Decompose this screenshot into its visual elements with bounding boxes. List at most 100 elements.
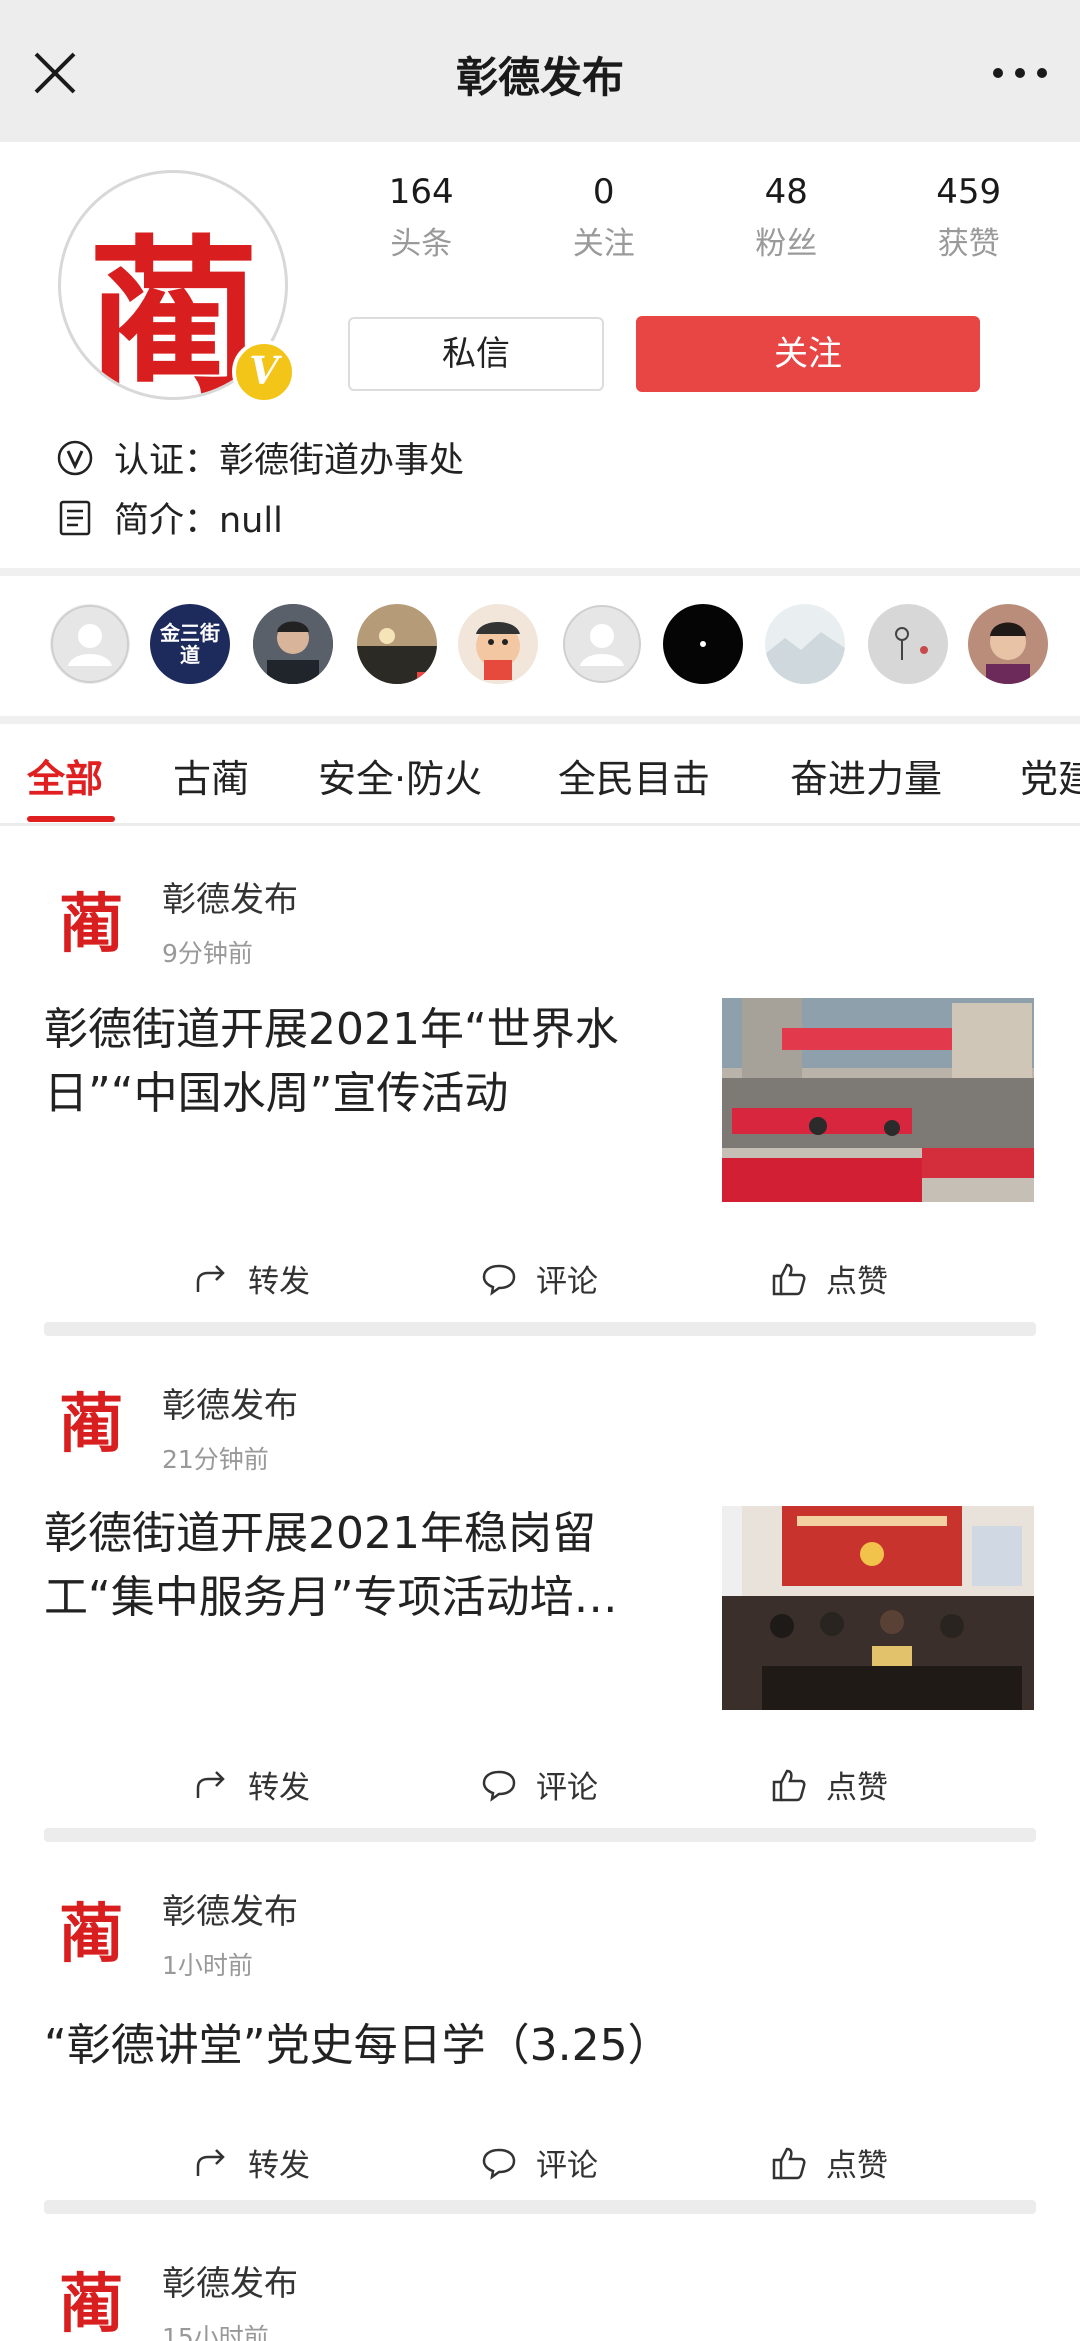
stat-number: 48	[764, 172, 808, 212]
profile-stats: 164 头条 0 关注 48 粉丝 459 获赞	[330, 172, 1060, 262]
post-thumbnail[interactable]	[722, 1506, 1034, 1710]
share-icon	[196, 1770, 225, 1798]
tab-all[interactable]: 全部	[27, 748, 103, 803]
post-title-line: 彰德街道开展2021年“世界水	[44, 1004, 619, 1055]
stat-label: 关注	[572, 226, 635, 262]
stat-label: 粉丝	[755, 226, 818, 262]
feed-separator	[44, 1322, 1036, 1336]
share-button[interactable]: 转发	[192, 1256, 310, 1301]
tab-safety-fire[interactable]: 安全·防火	[318, 748, 482, 803]
feed-card[interactable]: 蔺 彰德发布 9分钟前 彰德街道开展2021年“世界水 日”“中国水周”宣传活动…	[0, 830, 1080, 1350]
profile-avatar[interactable]: 蔺 V	[58, 170, 296, 404]
like-button[interactable]: 点赞	[770, 1762, 888, 1807]
tab-witness[interactable]: 全民目击	[558, 748, 710, 803]
author-name[interactable]: 彰德发布	[162, 1378, 298, 1427]
author-logo[interactable]: 蔺	[56, 1890, 126, 1980]
post-thumbnail[interactable]	[722, 998, 1034, 1202]
post-title[interactable]: 彰德街道开展2021年“世界水 日”“中国水周”宣传活动	[44, 998, 619, 1126]
post-time: 21分钟前	[162, 1445, 269, 1474]
stat-following[interactable]: 0 关注	[513, 172, 696, 262]
post-time: 9分钟前	[162, 939, 253, 968]
avatar-snow[interactable]	[765, 604, 845, 684]
stat-number: 459	[936, 172, 1002, 212]
like-label: 点赞	[826, 2148, 888, 2184]
stat-number: 164	[388, 172, 454, 212]
intro-text: 简介：null	[114, 501, 283, 541]
comment-button[interactable]: 评论	[480, 1256, 598, 1301]
share-label: 转发	[248, 2148, 310, 2184]
avatar-jinsan-text: 金三街道	[160, 621, 220, 667]
feed-card[interactable]: 蔺 彰德发布 15小时前	[0, 2214, 1080, 2341]
avatar-person[interactable]	[253, 604, 333, 684]
message-button[interactable]: 私信	[348, 317, 604, 391]
comment-icon	[482, 1770, 516, 1802]
follow-button[interactable]: 关注	[636, 316, 980, 392]
comment-label: 评论	[536, 2148, 598, 2184]
like-label: 点赞	[826, 1770, 888, 1806]
author-name[interactable]: 彰德发布	[162, 872, 298, 921]
feed-card[interactable]: 蔺 彰德发布 1小时前 “彰德讲堂”党史每日学（3.25） 转发 评论 点赞	[0, 1842, 1080, 2208]
avatar-jinsan[interactable]: 金三街道	[150, 604, 230, 684]
more-dots-icon[interactable]	[990, 58, 1050, 88]
comment-icon	[482, 1264, 516, 1296]
feed-card[interactable]: 蔺 彰德发布 21分钟前 彰德街道开展2021年稳岗留 工“集中服务月”专项活动…	[0, 1336, 1080, 1826]
tab-gulin[interactable]: 古蔺	[173, 748, 249, 803]
intro-row: 简介：null	[56, 492, 283, 543]
post-title-line: 日”“中国水周”宣传活动	[44, 1068, 509, 1119]
avatar-drawing[interactable]	[868, 604, 948, 684]
share-button[interactable]: 转发	[192, 1762, 310, 1807]
avatar-boy[interactable]	[968, 604, 1048, 684]
share-label: 转发	[248, 1770, 310, 1806]
comment-icon	[482, 2148, 516, 2180]
share-icon	[196, 2148, 225, 2176]
post-time: 1小时前	[162, 1951, 253, 1980]
tab-party[interactable]: 党建	[1020, 748, 1080, 803]
stat-label: 获赞	[937, 226, 1000, 262]
like-button[interactable]: 点赞	[770, 2140, 888, 2185]
post-title[interactable]: “彰德讲堂”党史每日学（3.25）	[44, 2014, 672, 2078]
avatar-sunset[interactable]	[357, 604, 437, 684]
verified-icon	[57, 440, 93, 475]
avatar-placeholder-icon[interactable]	[562, 604, 642, 684]
post-actions: 转发 评论 点赞	[0, 1248, 1080, 1308]
stat-followers[interactable]: 48 粉丝	[695, 172, 878, 262]
document-icon	[59, 500, 91, 535]
share-label: 转发	[248, 1264, 310, 1300]
section-divider	[0, 716, 1080, 724]
post-title-line: “彰德讲堂”党史每日学（3.25）	[44, 2020, 672, 2071]
stat-number: 0	[592, 172, 615, 212]
author-logo[interactable]: 蔺	[56, 2260, 126, 2341]
comment-label: 评论	[536, 1770, 598, 1806]
verified-badge-icon: V	[232, 340, 296, 404]
active-tab-indicator	[27, 816, 115, 822]
share-button[interactable]: 转发	[192, 2140, 310, 2185]
author-name[interactable]: 彰德发布	[162, 1884, 298, 1933]
post-title-line: 工“集中服务月”专项活动培…	[44, 1572, 618, 1623]
post-actions: 转发 评论 点赞	[0, 1754, 1080, 1814]
avatar-placeholder-icon[interactable]	[50, 604, 130, 684]
stat-likes[interactable]: 459 获赞	[878, 172, 1061, 262]
section-divider	[0, 568, 1080, 576]
like-button[interactable]: 点赞	[770, 1256, 888, 1301]
comment-button[interactable]: 评论	[480, 2140, 598, 2185]
post-actions: 转发 评论 点赞	[0, 2132, 1080, 2192]
post-title[interactable]: 彰德街道开展2021年稳岗留 工“集中服务月”专项活动培…	[44, 1502, 618, 1630]
comment-button[interactable]: 评论	[480, 1762, 598, 1807]
stat-posts[interactable]: 164 头条	[330, 172, 513, 262]
author-name[interactable]: 彰德发布	[162, 2256, 298, 2305]
avatar-dark[interactable]	[663, 604, 743, 684]
post-time: 15小时前	[162, 2323, 269, 2341]
tab-progress[interactable]: 奋进力量	[790, 748, 942, 803]
profile-section: 蔺 V 164 头条 0 关注 48 粉丝 459 获赞 私信 关注 认证：彰德…	[0, 142, 1080, 570]
stat-label: 头条	[390, 226, 453, 262]
author-logo[interactable]: 蔺	[56, 1380, 126, 1470]
page-title: 彰德发布	[455, 53, 624, 102]
top-bar: 彰德发布	[0, 0, 1080, 142]
comment-label: 评论	[536, 1264, 598, 1300]
avatar-cartoon[interactable]	[458, 604, 538, 684]
like-label: 点赞	[826, 1264, 888, 1300]
verification-text: 认证：彰德街道办事处	[114, 441, 465, 481]
author-logo[interactable]: 蔺	[56, 880, 126, 970]
thumbs-up-icon	[772, 1263, 806, 1295]
verification-row: 认证：彰德街道办事处	[56, 432, 464, 483]
